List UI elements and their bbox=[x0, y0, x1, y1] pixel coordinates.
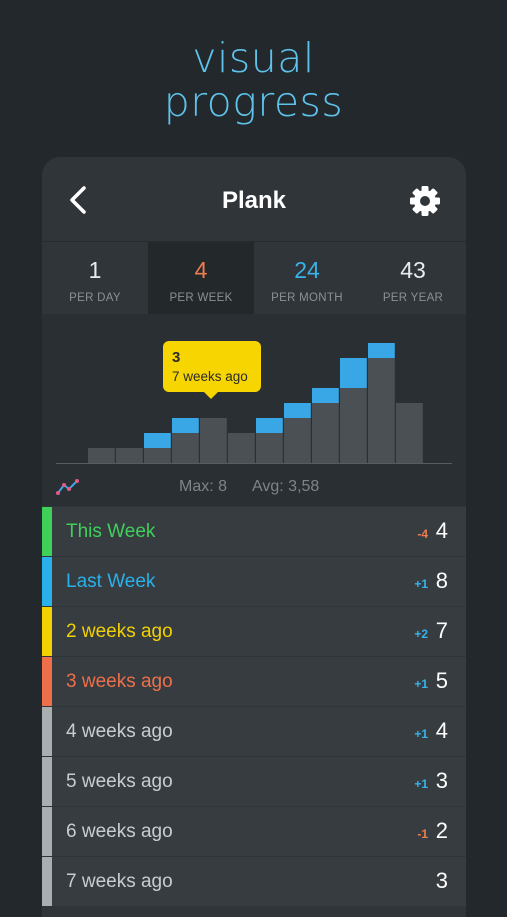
row-delta: +1 bbox=[414, 677, 428, 691]
tooltip-value: 3 bbox=[172, 349, 181, 366]
gear-icon bbox=[410, 186, 440, 216]
headline: visual progress bbox=[0, 36, 507, 124]
tooltip-label: 7 weeks ago bbox=[172, 369, 248, 384]
chart-bar[interactable] bbox=[256, 433, 283, 463]
row-color-bar bbox=[42, 807, 52, 856]
settings-button[interactable] bbox=[408, 184, 442, 218]
list-item-2-weeks-ago[interactable]: 2 weeks ago +2 7 bbox=[42, 607, 466, 656]
row-label: 6 weeks ago bbox=[66, 821, 173, 842]
tab-label: PER YEAR bbox=[382, 292, 444, 304]
tab-value: 4 bbox=[194, 257, 208, 283]
row-label: 7 weeks ago bbox=[66, 871, 173, 892]
chart-bar-increase[interactable] bbox=[172, 418, 199, 433]
list-item-5-weeks-ago[interactable]: 5 weeks ago +1 3 bbox=[42, 757, 466, 806]
tab-label: PER MONTH bbox=[271, 292, 343, 304]
period-tabs: 1 PER DAY 4 PER WEEK 24 PER MONTH 43 PER… bbox=[42, 241, 466, 315]
list-item-6-weeks-ago[interactable]: 6 weeks ago -1 2 bbox=[42, 807, 466, 856]
tab-value: 1 bbox=[88, 257, 102, 283]
tab-per-year[interactable]: 43 PER YEAR bbox=[360, 242, 466, 314]
list-item-7-weeks-ago[interactable]: 7 weeks ago 3 bbox=[42, 857, 466, 906]
row-delta: +1 bbox=[414, 577, 428, 591]
headline-line-2: progress bbox=[163, 78, 344, 126]
chart-bar[interactable] bbox=[88, 448, 115, 463]
row-label: 3 weeks ago bbox=[66, 671, 173, 692]
row-count: 3 bbox=[435, 868, 448, 893]
row-count: 8 bbox=[435, 568, 448, 593]
chart-bar-increase[interactable] bbox=[144, 433, 171, 448]
chart-bar-increase[interactable] bbox=[256, 418, 283, 433]
chart-bar[interactable] bbox=[144, 448, 171, 463]
row-label: 2 weeks ago bbox=[66, 621, 173, 642]
chart-bar-increase[interactable] bbox=[368, 343, 395, 358]
list-item-this-week[interactable]: This Week -4 4 bbox=[42, 507, 466, 556]
row-color-bar bbox=[42, 507, 52, 556]
row-delta: +1 bbox=[414, 727, 428, 741]
page-title: Plank bbox=[221, 187, 287, 214]
tab-value: 43 bbox=[400, 257, 426, 283]
chart-bar[interactable] bbox=[368, 358, 395, 463]
tab-value: 24 bbox=[294, 257, 320, 283]
row-delta: +1 bbox=[414, 777, 428, 791]
headline-line-1: visual bbox=[192, 34, 315, 82]
phone-card: Plank 1 PER DAY 4 PER WEEK 24 PER MONTH … bbox=[42, 157, 466, 917]
week-list: This Week -4 4 Last Week +1 8 2 weeks ag… bbox=[42, 507, 466, 907]
row-color-bar bbox=[42, 707, 52, 756]
chart-bar-increase[interactable] bbox=[312, 388, 339, 403]
row-delta: +2 bbox=[414, 627, 428, 641]
chart-bar[interactable] bbox=[284, 418, 311, 463]
tab-label: PER WEEK bbox=[169, 292, 233, 304]
row-count: 5 bbox=[435, 668, 448, 693]
chart-bar[interactable] bbox=[340, 388, 367, 463]
list-item-3-weeks-ago[interactable]: 3 weeks ago +1 5 bbox=[42, 657, 466, 706]
tab-per-day[interactable]: 1 PER DAY bbox=[42, 242, 148, 314]
row-count: 3 bbox=[435, 768, 448, 793]
chart-stats: Max: 8 Avg: 3,58 bbox=[42, 470, 466, 506]
row-label: Last Week bbox=[66, 571, 156, 592]
list-item-last-week[interactable]: Last Week +1 8 bbox=[42, 557, 466, 606]
chart-bar[interactable] bbox=[228, 433, 255, 463]
row-color-bar bbox=[42, 557, 52, 606]
list-item-4-weeks-ago[interactable]: 4 weeks ago +1 4 bbox=[42, 707, 466, 756]
chart-bar[interactable] bbox=[116, 448, 143, 463]
navbar: Plank bbox=[42, 157, 466, 241]
row-color-bar bbox=[42, 607, 52, 656]
tab-per-month[interactable]: 24 PER MONTH bbox=[254, 242, 360, 314]
avg-label: Avg: 3,58 bbox=[252, 478, 320, 495]
chart-bar-increase[interactable] bbox=[340, 358, 367, 388]
row-label: 4 weeks ago bbox=[66, 721, 173, 742]
chart-bar[interactable] bbox=[312, 403, 339, 463]
row-count: 2 bbox=[435, 818, 448, 843]
row-delta: -4 bbox=[417, 527, 428, 541]
chart-tooltip: 3 7 weeks ago bbox=[163, 341, 261, 399]
row-color-bar bbox=[42, 857, 52, 906]
chart-bar[interactable] bbox=[200, 418, 227, 463]
row-label: This Week bbox=[66, 521, 156, 542]
chart-bar[interactable] bbox=[172, 433, 199, 463]
row-color-bar bbox=[42, 657, 52, 706]
row-color-bar bbox=[42, 757, 52, 806]
chart-bar[interactable] bbox=[396, 403, 423, 463]
tab-per-week[interactable]: 4 PER WEEK bbox=[148, 242, 254, 314]
row-count: 4 bbox=[435, 718, 448, 743]
tab-label: PER DAY bbox=[69, 292, 121, 304]
trend-line-icon[interactable] bbox=[56, 478, 80, 496]
chart-bar-increase[interactable] bbox=[284, 403, 311, 418]
row-count: 7 bbox=[435, 618, 448, 643]
row-count: 4 bbox=[435, 518, 448, 543]
row-label: 5 weeks ago bbox=[66, 771, 173, 792]
row-delta: -1 bbox=[417, 827, 428, 841]
max-label: Max: 8 bbox=[179, 478, 228, 495]
